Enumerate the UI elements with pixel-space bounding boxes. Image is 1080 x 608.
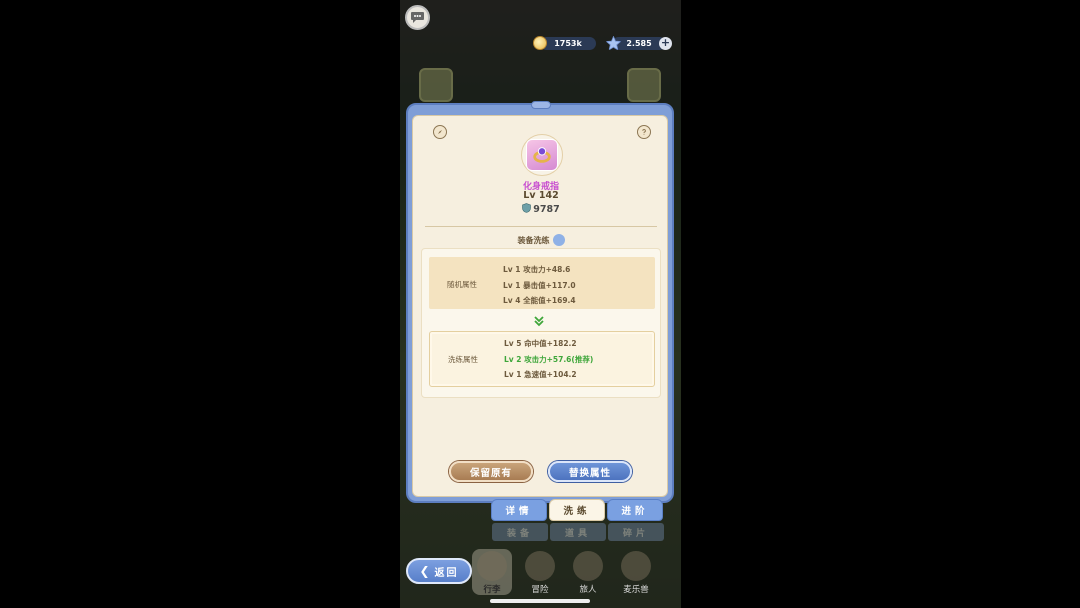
nav-travelers[interactable]: 旅人 [568, 549, 608, 595]
ring-icon [526, 139, 558, 171]
compass-button[interactable] [433, 125, 447, 139]
tab-advance[interactable]: 进阶 [607, 499, 663, 521]
side-thumb-left [419, 68, 453, 102]
nav-bag[interactable]: 行李 [472, 549, 512, 595]
tab-reforge[interactable]: 洗练 [549, 499, 605, 521]
attribute-box: 随机属性 Lv 1 攻击力+48.6 Lv 1 暴击值+117.0 Lv 4 全… [421, 248, 661, 398]
panel-top-ornament [531, 101, 551, 109]
divider [425, 226, 657, 227]
reforge-panel: 化身戒指 Lv 142 9787 装备洗练 随机属性 Lv 1 攻击力+48.6… [412, 115, 668, 497]
chat-icon [411, 12, 424, 23]
subtab-equipment[interactable]: 装备 [492, 523, 548, 541]
wash-label: 洗练属性 [448, 355, 478, 364]
inventory-subtabs: 装备 道具 碎片 [492, 523, 664, 541]
subtab-fragments[interactable]: 碎片 [608, 523, 664, 541]
search-info-icon[interactable] [552, 234, 565, 246]
item-level: Lv 142 [523, 190, 559, 201]
add-gems-button[interactable]: + [659, 37, 672, 50]
random-label: 随机属性 [447, 280, 477, 289]
home-indicator [490, 599, 590, 603]
shield-icon [522, 203, 532, 213]
item-power-value: 9787 [533, 204, 560, 215]
game-screen: 1753k 2.585 + 化身戒指 Lv 142 9787 装备洗练 随机属性… [400, 0, 681, 608]
bag-icon [477, 551, 507, 581]
item-icon-frame[interactable] [521, 134, 563, 176]
arrow-down-icon [534, 316, 544, 327]
adventure-icon [525, 551, 555, 581]
random-attributes: 随机属性 Lv 1 攻击力+48.6 Lv 1 暴击值+117.0 Lv 4 全… [429, 257, 655, 309]
nav-adventure[interactable]: 冒险 [520, 549, 560, 595]
random-attr-line: Lv 1 暴击值+117.0 [503, 280, 576, 290]
help-button[interactable] [637, 125, 651, 139]
back-button[interactable]: ❮ 返回 [406, 558, 472, 584]
coin-icon [533, 36, 547, 50]
gold-value: 1753k [554, 39, 582, 48]
traveler-icon [573, 551, 603, 581]
item-power: 9787 [413, 203, 669, 215]
pet-icon [621, 551, 651, 581]
compass-icon [438, 130, 442, 134]
tab-details[interactable]: 详情 [491, 499, 547, 521]
back-label: 返回 [434, 567, 459, 579]
side-thumb-right [627, 68, 661, 102]
wash-attr-line: Lv 5 命中值+182.2 [504, 339, 577, 348]
keep-original-button[interactable]: 保留原有 [449, 461, 533, 482]
wash-attr-line-recommended: Lv 2 攻击力+57.6(推荐) [504, 354, 594, 364]
section-title-text: 装备洗练 [517, 236, 550, 245]
wash-attr-line: Lv 1 急速值+104.2 [504, 370, 577, 379]
section-title: 装备洗练 [413, 234, 669, 246]
gold-counter: 1753k [540, 37, 596, 50]
washed-attributes: 洗练属性 Lv 5 命中值+182.2 Lv 2 攻击力+57.6(推荐) Lv… [429, 331, 655, 387]
gem-value: 2.585 [626, 39, 652, 48]
star-gem-icon [606, 36, 621, 51]
nav-pets[interactable]: 麦乐兽 [616, 549, 656, 595]
detail-tabs: 详情 洗练 进阶 [491, 499, 663, 521]
random-attr-line: Lv 1 攻击力+48.6 [503, 265, 571, 274]
question-icon [642, 129, 646, 135]
subtab-items[interactable]: 道具 [550, 523, 606, 541]
random-attr-line: Lv 4 全能值+169.4 [503, 296, 576, 305]
chevron-left-icon: ❮ [419, 564, 432, 578]
chat-button[interactable] [405, 5, 430, 30]
replace-attributes-button[interactable]: 替换属性 [548, 461, 632, 482]
